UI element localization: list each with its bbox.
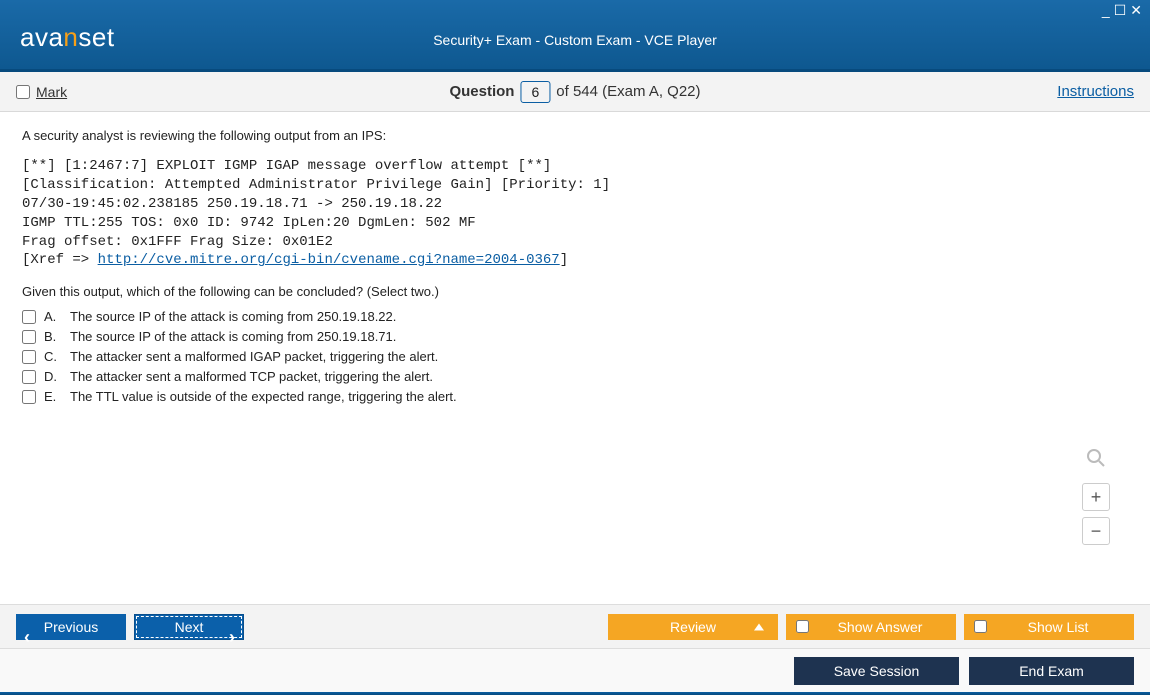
question-prompt-1: A security analyst is reviewing the foll…	[22, 128, 1128, 143]
option-text: The attacker sent a malformed TCP packet…	[70, 369, 433, 384]
review-button[interactable]: Review	[608, 614, 778, 640]
code-line: Frag offset: 0x1FFF Frag Size: 0x01E2	[22, 234, 333, 250]
option-text: The source IP of the attack is coming fr…	[70, 309, 396, 324]
show-answer-button[interactable]: Show Answer	[786, 614, 956, 640]
option-b-checkbox[interactable]	[22, 330, 36, 344]
option-b[interactable]: B. The source IP of the attack is coming…	[22, 329, 1128, 344]
question-prompt-2: Given this output, which of the followin…	[22, 284, 1128, 299]
bottom-bar: Save Session End Exam	[0, 648, 1150, 692]
option-letter: C.	[44, 349, 62, 364]
option-c-checkbox[interactable]	[22, 350, 36, 364]
app-logo: avanset	[20, 22, 115, 53]
option-text: The source IP of the attack is coming fr…	[70, 329, 396, 344]
magnifier-icon[interactable]	[1086, 448, 1106, 471]
show-list-label: Show List	[986, 619, 1116, 635]
code-line: [Classification: Attempted Administrator…	[22, 177, 610, 193]
title-bar: avanset Security+ Exam - Custom Exam - V…	[0, 0, 1150, 72]
option-letter: E.	[44, 389, 62, 404]
zoom-in-button[interactable]: +	[1082, 483, 1110, 511]
answer-options: A. The source IP of the attack is coming…	[22, 309, 1128, 404]
review-label: Review	[670, 619, 716, 635]
question-content: A security analyst is reviewing the foll…	[0, 112, 1150, 604]
question-number-box[interactable]: 6	[520, 81, 550, 103]
option-a-checkbox[interactable]	[22, 310, 36, 324]
question-label: Question	[449, 83, 514, 100]
window-title: Security+ Exam - Custom Exam - VCE Playe…	[0, 0, 1150, 48]
nav-bar: Previous Next Review Show Answer Show Li…	[0, 604, 1150, 648]
show-answer-checkbox[interactable]	[796, 620, 809, 633]
option-letter: A.	[44, 309, 62, 324]
ips-output-block: [**] [1:2467:7] EXPLOIT IGMP IGAP messag…	[22, 157, 1128, 270]
show-list-checkbox[interactable]	[974, 620, 987, 633]
option-letter: D.	[44, 369, 62, 384]
option-d[interactable]: D. The attacker sent a malformed TCP pac…	[22, 369, 1128, 384]
code-line: [**] [1:2467:7] EXPLOIT IGMP IGAP messag…	[22, 158, 551, 174]
code-line: 07/30-19:45:02.238185 250.19.18.71 -> 25…	[22, 196, 442, 212]
question-header-bar: Mark Question 6 of 544 (Exam A, Q22) Ins…	[0, 72, 1150, 112]
zoom-controls: + −	[1082, 448, 1110, 545]
close-icon[interactable]: ✕	[1130, 2, 1142, 19]
minimize-icon[interactable]: _	[1102, 2, 1110, 19]
option-text: The attacker sent a malformed IGAP packe…	[70, 349, 438, 364]
logo-mid: n	[63, 22, 78, 52]
mark-checkbox-wrap[interactable]: Mark	[16, 84, 67, 100]
option-text: The TTL value is outside of the expected…	[70, 389, 457, 404]
mark-label[interactable]: Mark	[36, 84, 67, 100]
option-a[interactable]: A. The source IP of the attack is coming…	[22, 309, 1128, 324]
code-line-post: ]	[560, 252, 568, 268]
option-letter: B.	[44, 329, 62, 344]
question-suffix: of 544 (Exam A, Q22)	[556, 83, 700, 100]
previous-label: Previous	[44, 619, 98, 635]
option-c[interactable]: C. The attacker sent a malformed IGAP pa…	[22, 349, 1128, 364]
previous-button[interactable]: Previous	[16, 614, 126, 640]
code-line-pre: [Xref =>	[22, 252, 98, 268]
option-e[interactable]: E. The TTL value is outside of the expec…	[22, 389, 1128, 404]
window-controls: _ ☐ ✕	[1102, 2, 1142, 19]
mark-checkbox[interactable]	[16, 85, 30, 99]
xref-link[interactable]: http://cve.mitre.org/cgi-bin/cvename.cgi…	[98, 252, 560, 268]
option-d-checkbox[interactable]	[22, 370, 36, 384]
option-e-checkbox[interactable]	[22, 390, 36, 404]
question-position: Question 6 of 544 (Exam A, Q22)	[449, 81, 700, 103]
logo-pre: ava	[20, 22, 63, 52]
end-exam-button[interactable]: End Exam	[969, 657, 1134, 685]
logo-post: set	[78, 22, 114, 52]
maximize-icon[interactable]: ☐	[1114, 2, 1127, 19]
show-answer-label: Show Answer	[808, 619, 938, 635]
instructions-link[interactable]: Instructions	[1057, 83, 1134, 100]
code-line: IGMP TTL:255 TOS: 0x0 ID: 9742 IpLen:20 …	[22, 215, 476, 231]
zoom-out-button[interactable]: −	[1082, 517, 1110, 545]
save-session-button[interactable]: Save Session	[794, 657, 959, 685]
show-list-button[interactable]: Show List	[964, 614, 1134, 640]
next-button[interactable]: Next	[134, 614, 244, 640]
next-label: Next	[175, 619, 204, 635]
